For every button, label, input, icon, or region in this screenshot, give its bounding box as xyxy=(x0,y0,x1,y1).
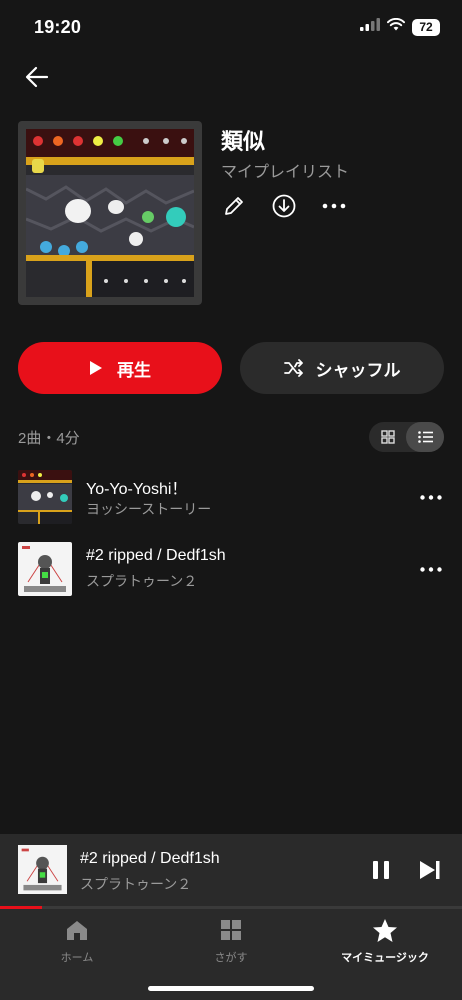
tab-label: マイミュージック xyxy=(341,952,429,964)
now-playing-title: #2 ripped / Dedf1sh xyxy=(80,850,220,867)
list-view-icon xyxy=(417,431,433,443)
battery-indicator: 72 xyxy=(412,18,440,36)
tab-label: さがす xyxy=(214,952,248,964)
edit-button[interactable] xyxy=(221,193,247,219)
grid-view-icon xyxy=(380,430,395,444)
grid-view-button[interactable] xyxy=(369,422,406,452)
track-row[interactable]: Yo-Yo-Yoshi！ ヨッシーストーリー xyxy=(0,470,462,530)
track-more-button[interactable] xyxy=(418,556,444,582)
grid-icon xyxy=(221,920,241,940)
playlist-cover xyxy=(18,121,202,305)
status-time: 19:20 xyxy=(34,17,82,37)
track-album: スプラトゥーン２ xyxy=(86,573,198,589)
track-album: ヨッシーストーリー xyxy=(86,501,212,517)
skip-next-icon xyxy=(420,861,440,879)
shuffle-button-label: シャッフル xyxy=(315,360,401,380)
more-dots-icon xyxy=(420,494,442,500)
download-icon xyxy=(272,194,296,218)
view-toggle xyxy=(369,422,444,452)
now-playing-album: スプラトゥーン２ xyxy=(80,876,192,892)
playlist-subtitle: マイプレイリスト xyxy=(221,164,350,181)
play-button[interactable]: 再生 xyxy=(18,342,222,394)
track-title: #2 ripped / Dedf1sh xyxy=(86,547,226,564)
now-playing-thumbnail xyxy=(18,845,67,894)
back-button[interactable] xyxy=(20,62,54,92)
signal-icon xyxy=(360,18,380,36)
more-options-button[interactable] xyxy=(321,193,347,219)
home-icon xyxy=(67,921,87,940)
wifi-icon xyxy=(387,17,405,36)
pause-button[interactable] xyxy=(369,858,393,882)
star-icon xyxy=(373,918,397,942)
mini-player[interactable]: #2 ripped / Dedf1sh スプラトゥーン２ xyxy=(0,834,462,906)
tab-my-music[interactable]: マイミュージック xyxy=(308,917,462,965)
track-thumbnail xyxy=(18,542,72,596)
shuffle-button[interactable]: シャッフル xyxy=(240,342,444,394)
play-icon xyxy=(90,361,102,375)
track-more-button[interactable] xyxy=(418,484,444,510)
pause-icon xyxy=(373,861,389,879)
tab-label: ホーム xyxy=(60,952,94,964)
track-count: 2曲・4分 xyxy=(18,430,80,447)
playlist-title: 類似 xyxy=(221,129,266,154)
tab-search[interactable]: さがす xyxy=(154,917,308,965)
shuffle-icon xyxy=(283,359,303,377)
back-arrow-icon xyxy=(25,66,49,88)
more-dots-icon xyxy=(420,566,442,572)
status-bar: 19:20 72 xyxy=(0,0,462,54)
more-dots-icon xyxy=(322,203,346,209)
track-row[interactable]: #2 ripped / Dedf1sh スプラトゥーン２ xyxy=(0,542,462,602)
tab-home[interactable]: ホーム xyxy=(0,917,154,965)
pencil-icon xyxy=(225,197,243,215)
playlist-actions xyxy=(221,193,347,219)
cover-artwork xyxy=(26,129,194,297)
next-track-button[interactable] xyxy=(417,858,443,882)
list-view-button[interactable] xyxy=(406,422,444,452)
download-button[interactable] xyxy=(271,193,297,219)
home-indicator xyxy=(148,986,314,991)
play-button-label: 再生 xyxy=(117,360,151,380)
track-thumbnail xyxy=(18,470,72,524)
status-icons: 72 xyxy=(360,17,440,36)
track-title: Yo-Yo-Yoshi！ xyxy=(86,481,188,498)
